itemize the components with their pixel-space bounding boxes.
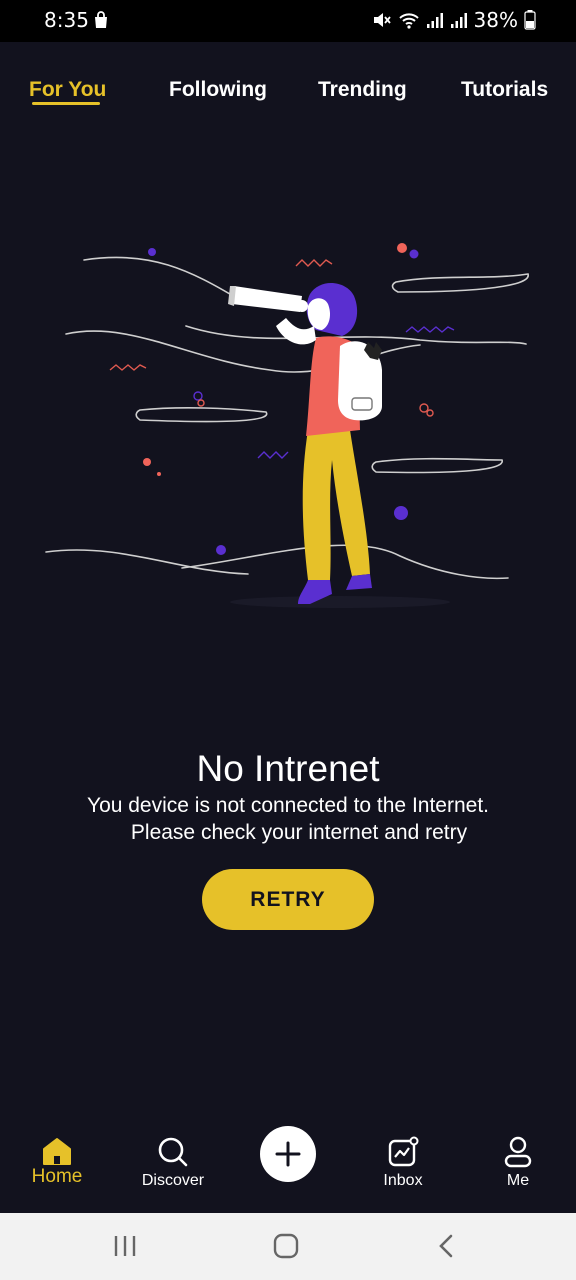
- tab-for-you[interactable]: For You: [29, 78, 106, 102]
- back-icon[interactable]: [436, 1233, 456, 1259]
- nav-discover[interactable]: Discover: [123, 1110, 223, 1213]
- nav-discover-label: Discover: [141, 1172, 205, 1189]
- feed-tabs: For You Following Trending Tutorials: [0, 74, 576, 114]
- active-tab-indicator: [32, 102, 100, 105]
- home-system-icon[interactable]: [273, 1233, 299, 1259]
- nav-me[interactable]: Me: [468, 1110, 568, 1213]
- nav-home[interactable]: Home: [7, 1110, 107, 1213]
- error-title: No Intrenet: [196, 748, 380, 789]
- status-time: 8:35: [44, 8, 89, 32]
- mute-icon: [373, 13, 391, 27]
- create-button[interactable]: [260, 1126, 316, 1182]
- battery-icon: [524, 10, 536, 30]
- inbox-icon: [388, 1136, 419, 1167]
- system-nav-bar: [0, 1213, 576, 1280]
- status-bar: 8:35 38%: [0, 0, 576, 42]
- tab-tutorials[interactable]: Tutorials: [461, 78, 548, 102]
- nav-inbox-label: Inbox: [383, 1172, 423, 1189]
- nav-me-label: Me: [506, 1172, 530, 1189]
- retry-button[interactable]: RETRY: [202, 869, 374, 930]
- nav-home-label: Home: [31, 1166, 83, 1187]
- no-internet-illustration: [45, 243, 529, 608]
- signal-icon: [426, 13, 443, 28]
- error-message: You device is not connected to the Inter…: [0, 792, 576, 846]
- wifi-icon: [398, 13, 419, 29]
- recent-apps-icon[interactable]: [113, 1233, 137, 1259]
- signal-icon-2: [450, 13, 467, 28]
- bottom-nav: Home Discover Inbox Me: [0, 1110, 576, 1213]
- tab-following[interactable]: Following: [169, 78, 267, 102]
- error-message-line1: You device is not connected to the Inter…: [86, 794, 489, 817]
- nav-inbox[interactable]: Inbox: [353, 1110, 453, 1213]
- bag-icon: [95, 11, 107, 28]
- search-icon: [158, 1137, 188, 1167]
- home-icon: [43, 1138, 71, 1165]
- battery-percent: 38%: [473, 8, 518, 32]
- tab-trending[interactable]: Trending: [318, 78, 407, 102]
- error-message-line2: Please check your internet and retry: [130, 821, 468, 844]
- plus-icon: [275, 1141, 301, 1167]
- profile-icon: [504, 1136, 532, 1168]
